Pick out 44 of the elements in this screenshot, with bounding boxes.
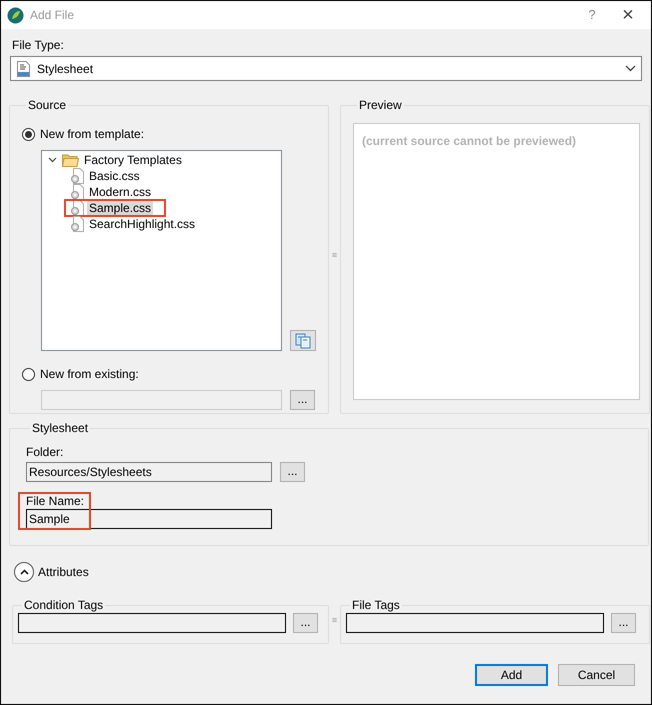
copy-button[interactable] — [290, 330, 316, 351]
tree-item[interactable]: Factory Templates — [82, 152, 184, 168]
file-type-dropdown[interactable]: Stylesheet — [10, 56, 642, 81]
gear-document-icon — [70, 200, 84, 216]
dropdown-value: Stylesheet — [37, 60, 94, 78]
app-logo-icon — [7, 6, 24, 24]
field-label: Folder: — [26, 445, 64, 459]
group-title: File Tags — [351, 598, 401, 612]
browse-button[interactable]: ... — [290, 390, 315, 410]
browse-button[interactable]: ... — [293, 613, 318, 633]
gear-document-icon — [70, 184, 84, 200]
cancel-button[interactable]: Cancel — [558, 664, 635, 686]
tree-item[interactable]: Basic.css — [87, 168, 142, 184]
text-field[interactable]: Resources/Stylesheets — [26, 462, 272, 482]
group-title: Condition Tags — [23, 598, 104, 612]
chevron-up-icon — [20, 569, 28, 575]
browse-button[interactable]: ... — [280, 462, 305, 482]
preview-message: (current source cannot be previewed) — [362, 134, 576, 148]
browse-button[interactable]: ... — [611, 613, 636, 633]
text-field[interactable]: Sample — [26, 509, 272, 529]
gear-document-icon — [70, 168, 84, 184]
folder-icon — [62, 153, 79, 167]
group-title: Stylesheet — [31, 421, 90, 435]
field-label: File Name: — [26, 494, 86, 508]
group-title: Preview — [358, 98, 403, 112]
copy-icon — [295, 332, 311, 348]
add-button[interactable]: Add — [475, 664, 548, 686]
radio-label: New from template: — [40, 126, 144, 143]
chevron-down-icon — [625, 65, 636, 72]
tree-item[interactable]: Modern.css — [87, 184, 154, 200]
field-label: File Type: — [12, 38, 65, 53]
gear-document-icon — [70, 216, 84, 232]
radio-button[interactable] — [22, 128, 35, 140]
tree-item[interactable]: SearchHighlight.css — [87, 216, 198, 232]
section-label: Attributes — [38, 564, 89, 581]
close-button[interactable]: × — [605, 5, 651, 25]
document-icon — [17, 60, 30, 76]
text-field[interactable] — [346, 613, 604, 633]
window-title: Add File — [30, 7, 74, 24]
radio-button[interactable] — [22, 368, 35, 380]
group-title: Source — [27, 98, 68, 112]
radio-label: New from existing: — [40, 366, 139, 383]
attributes-toggle[interactable] — [14, 562, 34, 582]
text-field[interactable] — [18, 613, 286, 633]
